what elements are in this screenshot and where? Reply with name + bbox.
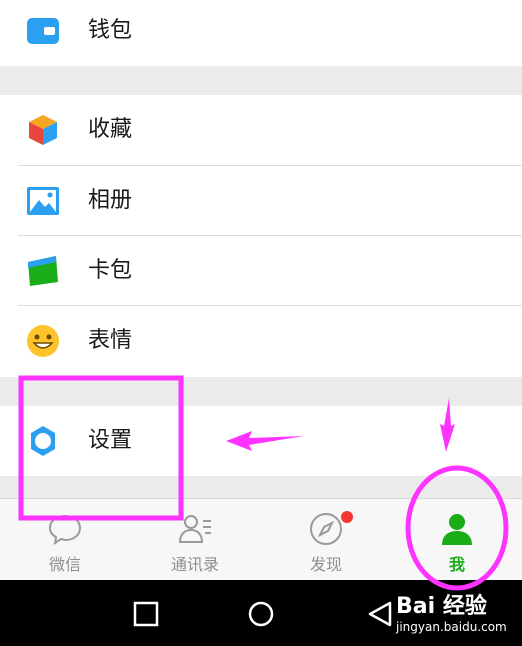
menu-item-label: 钱包 bbox=[88, 18, 133, 43]
tab-label: 通讯录 bbox=[170, 555, 219, 574]
recents-button-icon[interactable] bbox=[132, 600, 160, 628]
menu-item-album[interactable]: 相册 bbox=[0, 166, 522, 236]
menu-item-favorites[interactable]: 收藏 bbox=[0, 95, 522, 165]
baidu-watermark: Bai 经验 jingyan.baidu.com bbox=[372, 588, 522, 642]
compass-icon bbox=[310, 513, 342, 545]
menu-item-cards[interactable]: 卡包 bbox=[0, 236, 522, 306]
photo-icon bbox=[27, 187, 59, 215]
tab-label: 微信 bbox=[48, 555, 81, 574]
menu-item-label: 卡包 bbox=[88, 258, 133, 283]
features-section: 收藏 相册 卡包 表情 bbox=[0, 95, 522, 377]
watermark-brand: Bai 经验 bbox=[396, 594, 487, 619]
menu-item-wallet[interactable]: 钱包 bbox=[0, 0, 522, 66]
wallet-icon bbox=[27, 18, 59, 44]
gear-icon bbox=[31, 426, 55, 456]
watermark-url: jingyan.baidu.com bbox=[396, 620, 507, 634]
person-icon bbox=[442, 514, 472, 545]
tab-contacts[interactable]: 通讯录 bbox=[130, 499, 260, 581]
menu-item-label: 收藏 bbox=[88, 117, 133, 142]
tab-discover[interactable]: 发现 bbox=[261, 499, 391, 581]
wallet-section: 钱包 bbox=[0, 0, 522, 66]
tab-label: 我 bbox=[448, 555, 465, 574]
contacts-icon bbox=[178, 515, 211, 543]
notification-badge bbox=[341, 511, 353, 523]
chat-bubble-icon bbox=[48, 514, 82, 546]
home-button-icon[interactable] bbox=[247, 600, 275, 628]
menu-item-label: 设置 bbox=[88, 428, 133, 453]
bottom-tab-bar: 微信 通讯录 发现 我 bbox=[0, 498, 522, 581]
menu-item-label: 相册 bbox=[88, 188, 133, 213]
smiley-icon bbox=[27, 325, 59, 357]
settings-section: 设置 bbox=[0, 406, 522, 476]
menu-item-label: 表情 bbox=[88, 328, 133, 353]
tab-chats[interactable]: 微信 bbox=[0, 499, 130, 581]
menu-item-stickers[interactable]: 表情 bbox=[0, 306, 522, 376]
tab-me[interactable]: 我 bbox=[392, 499, 522, 581]
tab-label: 发现 bbox=[309, 555, 342, 574]
card-icon bbox=[28, 256, 58, 286]
cube-icon bbox=[29, 115, 57, 145]
menu-item-settings[interactable]: 设置 bbox=[0, 406, 522, 476]
